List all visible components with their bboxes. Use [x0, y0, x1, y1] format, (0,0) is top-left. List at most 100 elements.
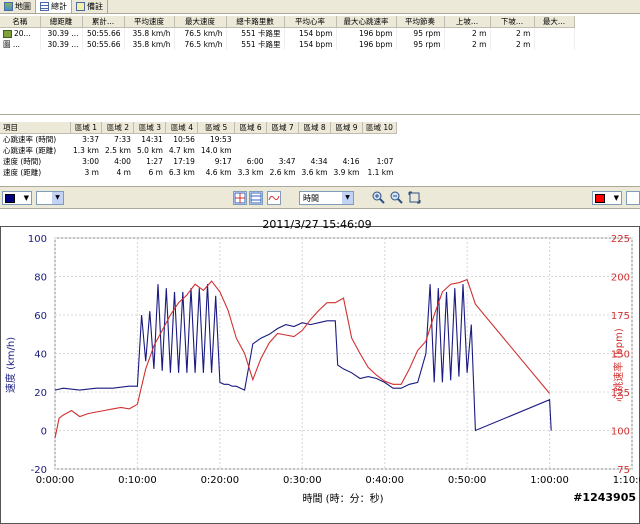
- summary-cell: 2 m: [490, 27, 535, 39]
- zone-cell: 4:34: [310, 157, 328, 166]
- zoom-out-icon[interactable]: [390, 191, 404, 205]
- left-series-style-select[interactable]: ▼: [36, 191, 64, 205]
- summary-col-distance[interactable]: 總距離: [40, 16, 83, 28]
- zone-row-label: 心跳速率 (距離): [3, 146, 57, 155]
- tab-notes[interactable]: 備註: [72, 0, 108, 13]
- table-row[interactable]: 20... 30.39 ... 50:55.66 35.8 km/h 76.5 …: [0, 27, 575, 39]
- zone-cell: 2.6 km: [269, 168, 296, 177]
- zone-cell: [362, 145, 396, 156]
- x-tick-label: 0:10:00: [118, 475, 157, 486]
- divider[interactable]: [0, 114, 640, 120]
- zone-cell: 1.1 km: [367, 168, 394, 177]
- smooth-line-icon[interactable]: [267, 191, 281, 205]
- fit-to-view-icon[interactable]: [408, 191, 422, 205]
- watermark-id: #1243905: [573, 491, 636, 504]
- zone-col-10[interactable]: 區域 10: [362, 122, 397, 134]
- y-left-tick-label: 60: [34, 311, 47, 322]
- y-left-tick-label: 0: [41, 427, 47, 438]
- zone-col-item[interactable]: 項目: [0, 122, 71, 134]
- chevron-down-icon: ▼: [23, 194, 29, 202]
- x-tick-label: 0:30:00: [283, 475, 322, 486]
- summary-cell: 2 m: [444, 27, 491, 39]
- zone-col-2[interactable]: 區域 2: [101, 122, 135, 134]
- summary-col-ascent[interactable]: 上坡...: [444, 16, 491, 28]
- zone-cell: 10:56: [173, 135, 195, 144]
- zone-col-7[interactable]: 區域 7: [266, 122, 300, 134]
- summary-cell: [534, 39, 575, 50]
- zone-cell: 2.5 km: [104, 146, 131, 155]
- summary-col-max-speed[interactable]: 最大速度: [174, 16, 227, 28]
- summary-table: 名稱 總距離 累計... 平均速度 最大速度 總卡路里數 平均心率 最大心跳速率…: [0, 16, 640, 524]
- zone-cell: 1.3 km: [73, 146, 99, 155]
- summary-cell: 2 m: [444, 39, 491, 50]
- tab-summary[interactable]: 總計: [36, 0, 72, 13]
- table-row[interactable]: 速度 (時間) 3:00 4:00 1:27 17:19 9:17 6:00 3…: [0, 156, 396, 167]
- summary-col-descent[interactable]: 下坡...: [490, 16, 535, 28]
- zone-cell: 1:07: [376, 157, 394, 166]
- grid-both-icon[interactable]: [233, 191, 247, 205]
- summary-col-avg-speed[interactable]: 平均速度: [124, 16, 175, 28]
- summary-col-cumulative[interactable]: 累計...: [82, 16, 125, 28]
- zone-cell: [235, 145, 267, 156]
- tab-summary-label: 總計: [51, 2, 67, 11]
- zone-cell: 3:00: [82, 157, 99, 166]
- zone-col-3[interactable]: 區域 3: [133, 122, 167, 134]
- y-right-tick-label: 225: [611, 234, 630, 245]
- table-row[interactable]: 圖 ... 30.39 ... 50:55.66 35.8 km/h 76.5 …: [0, 39, 640, 524]
- zone-col-8[interactable]: 區域 8: [298, 122, 332, 134]
- summary-cell: 76.5 km/h: [174, 27, 227, 39]
- tab-notes-label: 備註: [87, 2, 103, 11]
- y-right-tick-label: 100: [611, 427, 630, 438]
- table-row[interactable]: 速度 (距離) 3 m 4 m 6 m 6.3 km 4.6 km 3.3 km…: [0, 167, 396, 178]
- chart-grid: [54, 237, 633, 470]
- summary-cell: 76.5 km/h: [174, 39, 227, 50]
- summary-cell: [534, 27, 575, 39]
- tab-map[interactable]: 地圖: [0, 0, 36, 13]
- summary-cell: 20...: [0, 27, 41, 39]
- zone-cell: 3:37: [82, 135, 99, 144]
- zone-cell: 7:33: [114, 135, 131, 144]
- table-row[interactable]: 心跳速率 (距離) 1.3 km 2.5 km 5.0 km 4.7 km 14…: [0, 145, 396, 156]
- zone-cell: 4.6 km: [205, 168, 232, 177]
- zone-cell: 3 m: [84, 168, 99, 177]
- summary-col-calories[interactable]: 總卡路里數: [226, 16, 285, 28]
- y-left-tick-label: 40: [34, 350, 47, 361]
- table-row[interactable]: 心跳速率 (時間) 3:37 7:33 14:31 10:56 19:53: [0, 134, 396, 146]
- zone-col-6[interactable]: 區域 6: [234, 122, 268, 134]
- map-icon: [4, 2, 13, 11]
- x-axis-select[interactable]: 時間 ▼: [299, 191, 354, 205]
- zone-col-1[interactable]: 區域 1: [70, 122, 103, 134]
- x-tick-label: 0:50:00: [448, 475, 487, 486]
- left-series-color-picker[interactable]: ▼: [2, 191, 32, 205]
- summary-cell: 154 bpm: [284, 27, 337, 39]
- y-right-tick-label: 200: [611, 273, 630, 284]
- zone-cell: [235, 134, 267, 146]
- summary-col-max-hr[interactable]: 最大心跳速率: [336, 16, 397, 28]
- zone-cell: 1:27: [146, 157, 163, 166]
- x-tick-label: 0:20:00: [201, 475, 240, 486]
- summary-cell: 30.39 ...: [40, 27, 83, 39]
- zone-col-4[interactable]: 區域 4: [165, 122, 199, 134]
- summary-cell: 2 m: [490, 39, 535, 50]
- zoom-in-icon[interactable]: [372, 191, 386, 205]
- summary-cell: 95 rpm: [396, 27, 445, 39]
- track-icon: [3, 30, 12, 38]
- grid-horizontal-icon[interactable]: [249, 191, 263, 205]
- zone-col-9[interactable]: 區域 9: [330, 122, 363, 134]
- summary-cell: 50:55.66: [82, 27, 125, 39]
- zone-row-label: 速度 (時間): [3, 157, 42, 166]
- summary-header-row: 名稱 總距離 累計... 平均速度 最大速度 總卡路里數 平均心率 最大心跳速率…: [0, 16, 575, 28]
- zone-col-5[interactable]: 區域 5: [197, 122, 236, 134]
- y-axis-right-label: 心跳速率 (bpm): [612, 328, 625, 402]
- summary-col-cadence[interactable]: 平均節奏: [396, 16, 445, 28]
- right-series-color-picker[interactable]: ▼: [592, 191, 622, 205]
- summary-col-max[interactable]: 最大...: [534, 16, 575, 28]
- zone-cell: 14.0 km: [200, 146, 232, 155]
- summary-col-avg-hr[interactable]: 平均心率: [284, 16, 337, 28]
- right-color-swatch: [595, 193, 605, 203]
- summary-col-name[interactable]: 名稱: [0, 16, 41, 28]
- zone-cell: 9:17: [214, 157, 232, 166]
- zone-cell: 5.0 km: [136, 146, 163, 155]
- right-series-style-select[interactable]: [626, 191, 640, 205]
- y-axis-left-label: 速度 (km/h): [4, 337, 17, 393]
